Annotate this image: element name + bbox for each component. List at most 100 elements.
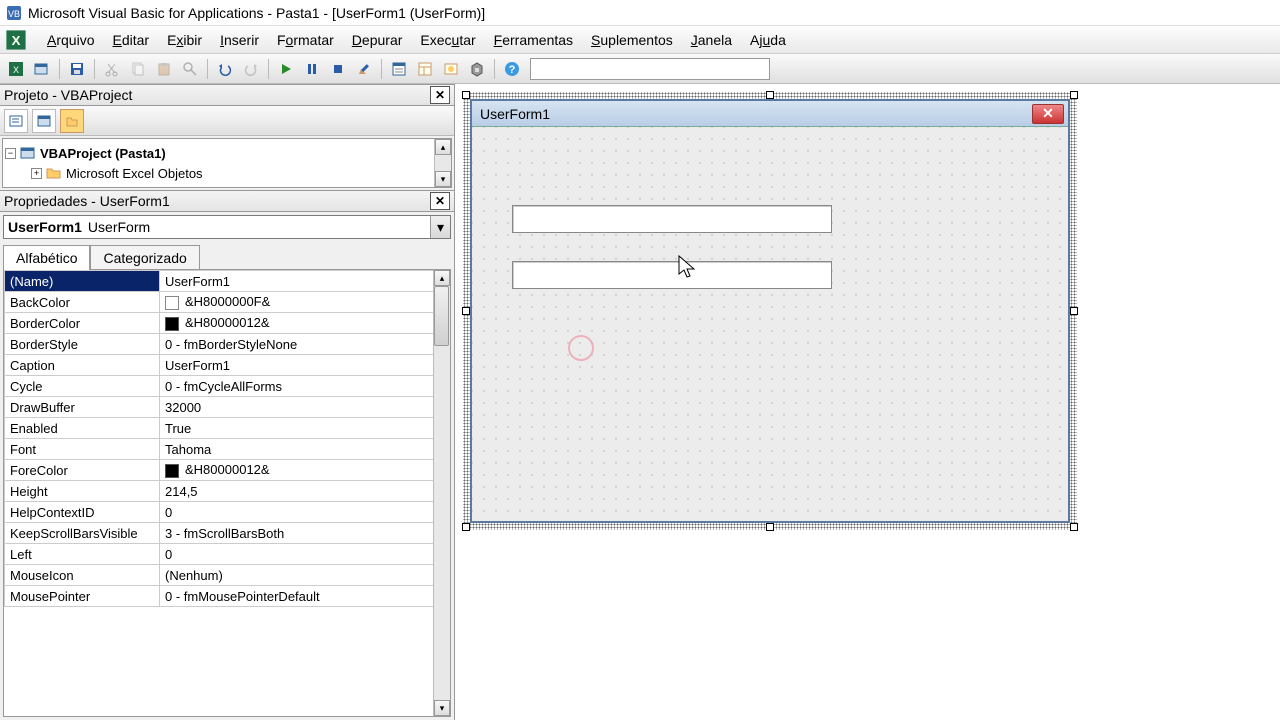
view-code-button[interactable]	[4, 109, 28, 133]
menu-janela[interactable]: Janela	[682, 28, 741, 52]
properties-grid[interactable]: (Name)UserForm1BackColor&H8000000F&Borde…	[3, 269, 451, 717]
property-row[interactable]: Left0	[5, 544, 450, 565]
property-value[interactable]: 3 - fmScrollBarsBoth	[160, 523, 450, 544]
property-row[interactable]: MouseIcon(Nenhum)	[5, 565, 450, 586]
tree-root-row[interactable]: − VBAProject (Pasta1)	[5, 143, 449, 163]
property-value[interactable]: 32000	[160, 397, 450, 418]
textbox-control-1[interactable]	[512, 205, 832, 233]
property-row[interactable]: ForeColor&H80000012&	[5, 460, 450, 481]
toolbox-button[interactable]	[465, 57, 489, 81]
menu-arquivo[interactable]: Arquivo	[38, 28, 103, 52]
property-row[interactable]: KeepScrollBarsVisible3 - fmScrollBarsBot…	[5, 523, 450, 544]
undo-button[interactable]	[213, 57, 237, 81]
scroll-up-button[interactable]: ▴	[434, 270, 450, 286]
resize-handle-e[interactable]	[1070, 307, 1078, 315]
tab-categorized[interactable]: Categorizado	[90, 245, 199, 270]
project-tree-scrollbar[interactable]: ▴ ▾	[434, 139, 451, 187]
collapse-icon[interactable]: −	[5, 148, 16, 159]
resize-handle-nw[interactable]	[462, 91, 470, 99]
design-mode-button[interactable]	[352, 57, 376, 81]
property-value[interactable]: UserForm1	[160, 271, 450, 292]
resize-handle-w[interactable]	[462, 307, 470, 315]
menu-editar[interactable]: Editar	[103, 28, 158, 52]
excel-icon[interactable]: X	[4, 28, 28, 52]
property-row[interactable]: (Name)UserForm1	[5, 271, 450, 292]
find-button[interactable]	[178, 57, 202, 81]
property-value[interactable]: (Nenhum)	[160, 565, 450, 586]
tree-child-row[interactable]: + Microsoft Excel Objetos	[5, 163, 449, 183]
resize-handle-sw[interactable]	[462, 523, 470, 531]
property-row[interactable]: FontTahoma	[5, 439, 450, 460]
view-object-button[interactable]	[32, 109, 56, 133]
property-value[interactable]: Tahoma	[160, 439, 450, 460]
property-value[interactable]: 0	[160, 544, 450, 565]
property-row[interactable]: DrawBuffer32000	[5, 397, 450, 418]
property-row[interactable]: HelpContextID0	[5, 502, 450, 523]
toolbar-object-combo[interactable]	[530, 58, 770, 80]
property-value[interactable]: True	[160, 418, 450, 439]
resize-handle-n[interactable]	[766, 91, 774, 99]
resize-handle-ne[interactable]	[1070, 91, 1078, 99]
userform-titlebar[interactable]: UserForm1 ✕	[472, 101, 1068, 127]
scroll-up-button[interactable]: ▴	[435, 139, 451, 155]
insert-userform-button[interactable]	[30, 57, 54, 81]
menu-ajuda[interactable]: Ajuda	[741, 28, 795, 52]
form-designer-area[interactable]: UserForm1 ✕	[455, 84, 1280, 720]
save-button[interactable]	[65, 57, 89, 81]
property-value[interactable]: 0 - fmMousePointerDefault	[160, 586, 450, 607]
property-value[interactable]: &H80000012&	[160, 460, 450, 481]
property-row[interactable]: BorderColor&H80000012&	[5, 313, 450, 334]
menu-formatar[interactable]: Formatar	[268, 28, 343, 52]
scroll-thumb[interactable]	[434, 286, 449, 346]
scroll-down-button[interactable]: ▾	[435, 171, 451, 187]
break-button[interactable]	[300, 57, 324, 81]
reset-button[interactable]	[326, 57, 350, 81]
view-excel-button[interactable]: X	[4, 57, 28, 81]
menu-ferramentas[interactable]: Ferramentas	[485, 28, 582, 52]
object-browser-button[interactable]	[439, 57, 463, 81]
menu-inserir[interactable]: Inserir	[211, 28, 268, 52]
menu-depurar[interactable]: Depurar	[343, 28, 412, 52]
resize-handle-se[interactable]	[1070, 523, 1078, 531]
dropdown-arrow-icon[interactable]: ▾	[430, 216, 450, 238]
properties-panel-close-button[interactable]: ✕	[430, 192, 450, 210]
textbox-control-2[interactable]	[512, 261, 832, 289]
scroll-down-button[interactable]: ▾	[434, 700, 450, 716]
property-row[interactable]: EnabledTrue	[5, 418, 450, 439]
property-value[interactable]: 0	[160, 502, 450, 523]
userform-window[interactable]: UserForm1 ✕	[470, 99, 1070, 523]
property-row[interactable]: Height214,5	[5, 481, 450, 502]
cut-button[interactable]	[100, 57, 124, 81]
properties-window-button[interactable]	[413, 57, 437, 81]
property-row[interactable]: CaptionUserForm1	[5, 355, 450, 376]
menu-suplementos[interactable]: Suplementos	[582, 28, 682, 52]
property-value[interactable]: 0 - fmBorderStyleNone	[160, 334, 450, 355]
property-row[interactable]: Cycle0 - fmCycleAllForms	[5, 376, 450, 397]
userform-client-area[interactable]	[472, 127, 1068, 521]
project-panel-close-button[interactable]: ✕	[430, 86, 450, 104]
property-row[interactable]: BorderStyle0 - fmBorderStyleNone	[5, 334, 450, 355]
run-button[interactable]	[274, 57, 298, 81]
help-button[interactable]: ?	[500, 57, 524, 81]
paste-button[interactable]	[152, 57, 176, 81]
property-value[interactable]: &H80000012&	[160, 313, 450, 334]
menu-executar[interactable]: Executar	[411, 28, 484, 52]
copy-button[interactable]	[126, 57, 150, 81]
property-value[interactable]: UserForm1	[160, 355, 450, 376]
property-row[interactable]: BackColor&H8000000F&	[5, 292, 450, 313]
expand-icon[interactable]: +	[31, 168, 42, 179]
resize-handle-s[interactable]	[766, 523, 774, 531]
properties-scrollbar[interactable]: ▴ ▾	[433, 270, 450, 716]
project-explorer-button[interactable]	[387, 57, 411, 81]
project-tree[interactable]: − VBAProject (Pasta1) + Microsoft Excel …	[2, 138, 452, 188]
property-row[interactable]: MousePointer0 - fmMousePointerDefault	[5, 586, 450, 607]
property-value[interactable]: 0 - fmCycleAllForms	[160, 376, 450, 397]
menu-exibir[interactable]: Exibir	[158, 28, 211, 52]
toggle-folders-button[interactable]	[60, 109, 84, 133]
property-value[interactable]: 214,5	[160, 481, 450, 502]
object-selector-combo[interactable]: UserForm1 UserForm ▾	[3, 215, 451, 239]
tab-alphabetic[interactable]: Alfabético	[3, 245, 90, 270]
userform-close-button[interactable]: ✕	[1032, 104, 1064, 124]
redo-button[interactable]	[239, 57, 263, 81]
property-value[interactable]: &H8000000F&	[160, 292, 450, 313]
